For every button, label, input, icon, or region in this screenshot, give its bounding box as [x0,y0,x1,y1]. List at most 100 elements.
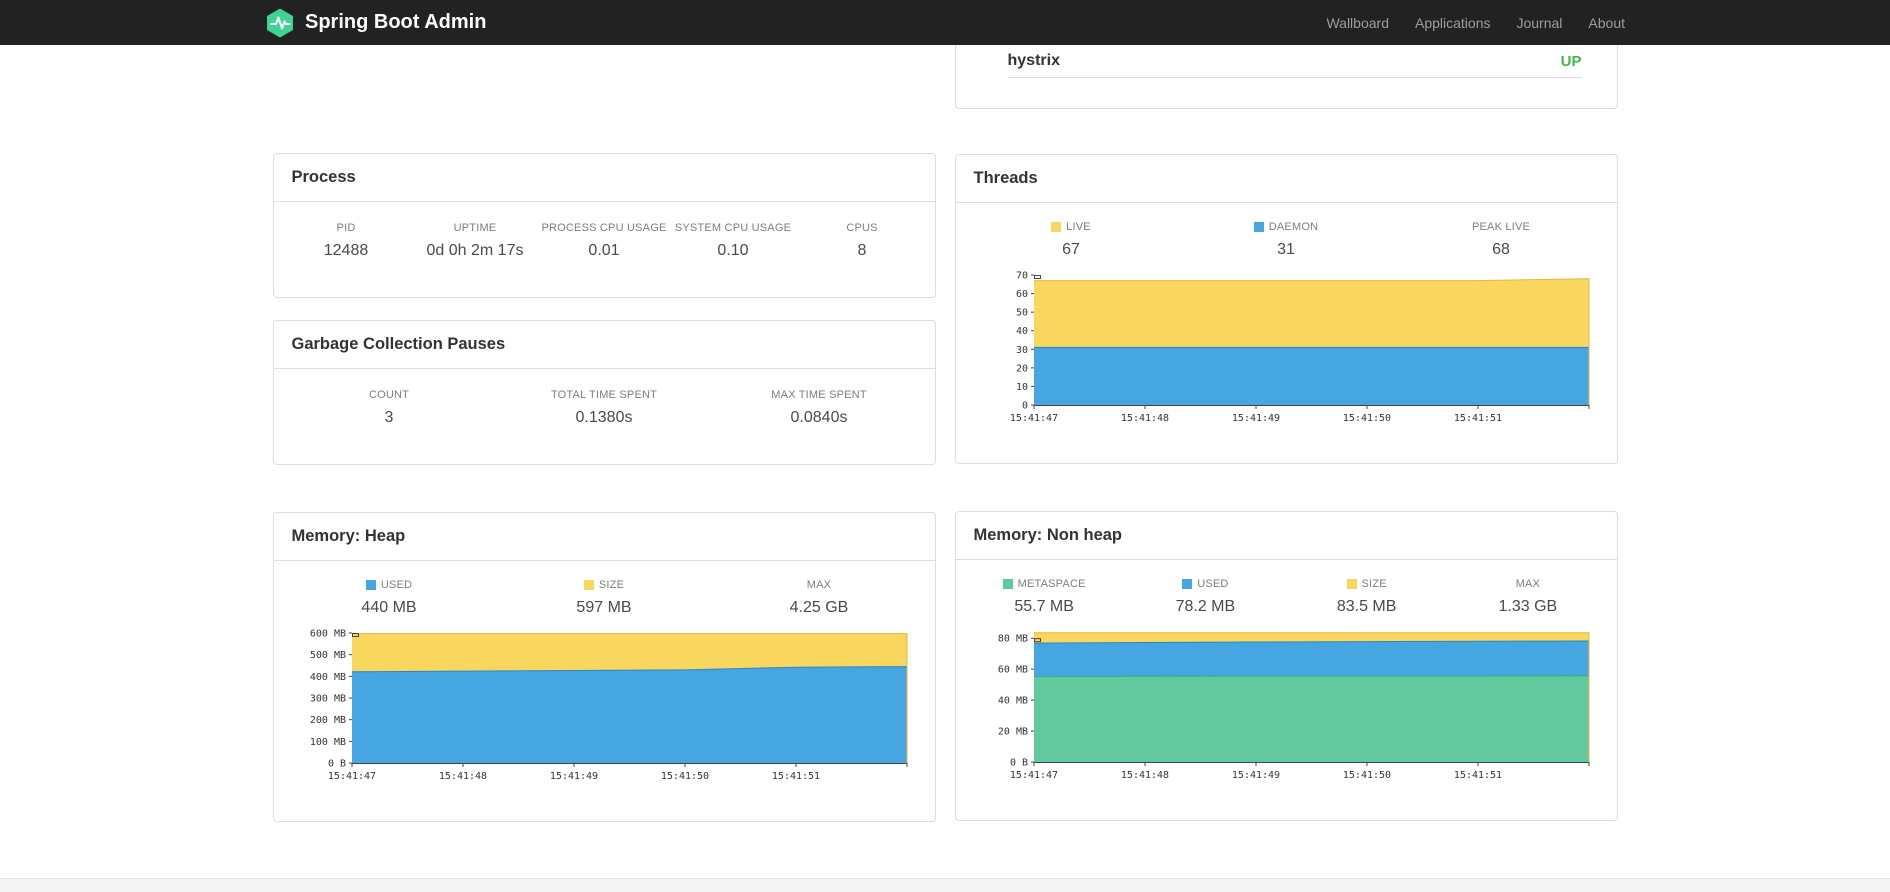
svg-text:60 MB: 60 MB [997,665,1027,676]
svg-text:15:41:48: 15:41:48 [1120,770,1168,781]
stat-process-cpu: PROCESS CPU USAGE 0.01 [541,222,667,259]
svg-text:15:41:50: 15:41:50 [1342,770,1390,781]
threads-chart: 0 10 20 30 40 50 60 70 15:41:47 15:41:48 15:41:49 1… [1009,271,1589,424]
svg-text:100 MB: 100 MB [309,737,345,748]
memory-heap-panel: Memory: Heap USED 440 MB SIZE 597 MB MAX… [272,512,936,822]
svg-text:30: 30 [1015,345,1027,356]
svg-text:200 MB: 200 MB [309,715,345,726]
svg-text:80 MB: 80 MB [997,634,1027,645]
brand-title: Spring Boot Admin [305,11,487,33]
stat-system-cpu: SYSTEM CPU USAGE 0.10 [669,222,798,260]
nonheap-used-value: 78.2 MB [1175,598,1236,615]
nav-item-wallboard[interactable]: Wallboard [1326,15,1389,31]
metaspace-swatch [1002,579,1013,589]
app-brand[interactable]: Spring Boot Admin [265,8,486,38]
heap-max-value: 4.25 GB [789,599,849,616]
gc-panel: Garbage Collection Pauses COUNT 3 TOTAL … [272,320,936,465]
legend-nonheap-used: USED 78.2 MB [1125,578,1286,616]
daemon-value: 31 [1277,241,1295,258]
process-panel-title: Process [273,154,935,202]
svg-text:60: 60 [1015,289,1027,300]
svg-text:15:41:49: 15:41:49 [1231,413,1279,424]
application-row[interactable]: hystrix UP [1007,45,1582,78]
nav-item-applications[interactable]: Applications [1415,15,1491,31]
stat-uptime: UPTIME 0d 0h 2m 17s [411,222,540,260]
nonheap-max-value: 1.33 GB [1498,598,1558,615]
legend-nonheap-size: SIZE 83.5 MB [1286,578,1447,616]
svg-text:15:41:47: 15:41:47 [1009,770,1057,781]
legend-peak-live: PEAK LIVE 68 [1394,221,1609,259]
spring-boot-admin-logo-icon [267,8,293,37]
svg-text:15:41:51: 15:41:51 [771,771,819,782]
stat-system-cpu-value: 0.10 [717,242,749,259]
process-panel: Process PID 12488 UPTIME 0d 0h 2m 17s PR… [272,153,936,298]
stat-gc-total-time-value: 0.1380s [575,409,633,426]
legend-daemon: DAEMON 31 [1179,221,1394,259]
legend-nonheap-max: MAX 1.33 GB [1447,578,1608,616]
gc-panel-title: Garbage Collection Pauses [273,321,935,369]
stat-gc-max-time: MAX TIME SPENT 0.0840s [712,389,927,427]
daemon-swatch [1253,222,1264,232]
stat-process-cpu-value: 0.01 [588,242,620,259]
svg-text:500 MB: 500 MB [309,650,345,661]
status-badge: UP [1560,52,1582,70]
nav-item-journal[interactable]: Journal [1516,15,1562,31]
svg-text:15:41:51: 15:41:51 [1453,413,1501,424]
heap-memory-chart: 0 B 100 MB 200 MB 300 MB 400 MB 500 MB 600 MB 1… [309,629,907,782]
right-column: hystrix UP Threads LIVE 67 DAEMON 31 PEA… [954,45,1618,821]
nav-item-about[interactable]: About [1588,15,1625,31]
legend-heap-size: SIZE 597 MB [497,579,712,617]
svg-text:15:41:49: 15:41:49 [549,771,597,782]
svg-text:300 MB: 300 MB [309,694,345,705]
memory-heap-panel-title: Memory: Heap [273,513,935,561]
svg-text:400 MB: 400 MB [309,672,345,683]
svg-text:0 B: 0 B [327,759,345,770]
heap-size-value: 597 MB [576,599,632,616]
svg-text:10: 10 [1015,382,1027,393]
horizontal-scrollbar[interactable] [0,878,1890,892]
stat-pid-value: 12488 [323,242,369,259]
heap-size-swatch [583,580,594,590]
nonheap-used-swatch [1182,579,1193,589]
svg-text:15:41:48: 15:41:48 [1120,413,1168,424]
stat-gc-total-time: TOTAL TIME SPENT 0.1380s [497,389,712,427]
svg-text:40: 40 [1015,326,1027,337]
stat-gc-count: COUNT 3 [282,389,497,427]
svg-text:15:41:49: 15:41:49 [1231,770,1279,781]
application-name: hystrix [1007,52,1060,69]
live-swatch [1051,222,1062,232]
threads-panel-title: Threads [955,155,1617,203]
svg-text:15:41:50: 15:41:50 [1342,413,1390,424]
svg-text:15:41:50: 15:41:50 [660,771,708,782]
legend-live: LIVE 67 [964,221,1179,259]
threads-panel: Threads LIVE 67 DAEMON 31 PEAK LIVE 68 0… [954,154,1618,464]
stat-pid: PID 12488 [282,222,411,260]
peak-live-value: 68 [1492,241,1510,258]
svg-text:20 MB: 20 MB [997,727,1027,738]
legend-heap-max: MAX 4.25 GB [712,579,927,617]
heap-used-swatch [365,580,376,590]
svg-text:600 MB: 600 MB [309,629,345,640]
svg-text:15:41:48: 15:41:48 [438,771,486,782]
svg-text:70: 70 [1015,271,1027,282]
gc-stats: COUNT 3 TOTAL TIME SPENT 0.1380s MAX TIM… [274,369,935,457]
svg-text:40 MB: 40 MB [997,696,1027,707]
process-stats: PID 12488 UPTIME 0d 0h 2m 17s PROCESS CP… [274,202,935,290]
stat-uptime-value: 0d 0h 2m 17s [426,242,524,259]
memory-nonheap-panel-title: Memory: Non heap [955,512,1617,560]
metaspace-value: 55.7 MB [1014,598,1074,615]
svg-text:0 B: 0 B [1009,758,1027,769]
svg-text:0: 0 [1021,401,1027,412]
svg-text:20: 20 [1015,363,1027,374]
stat-cpus-value: 8 [857,242,867,259]
stat-gc-count-value: 3 [384,409,394,426]
memory-nonheap-panel: Memory: Non heap METASPACE 55.7 MB USED … [954,511,1618,821]
nonheap-size-value: 83.5 MB [1336,598,1397,615]
threads-legend: LIVE 67 DAEMON 31 PEAK LIVE 68 [956,203,1617,263]
navbar-links: Wallboard Applications Journal About [1326,15,1625,31]
live-value: 67 [1062,241,1080,258]
top-navbar: Spring Boot Admin Wallboard Applications… [0,0,1890,45]
applications-panel: hystrix UP [954,45,1618,109]
svg-text:15:41:47: 15:41:47 [1009,413,1057,424]
left-column: Process PID 12488 UPTIME 0d 0h 2m 17s PR… [272,45,936,822]
